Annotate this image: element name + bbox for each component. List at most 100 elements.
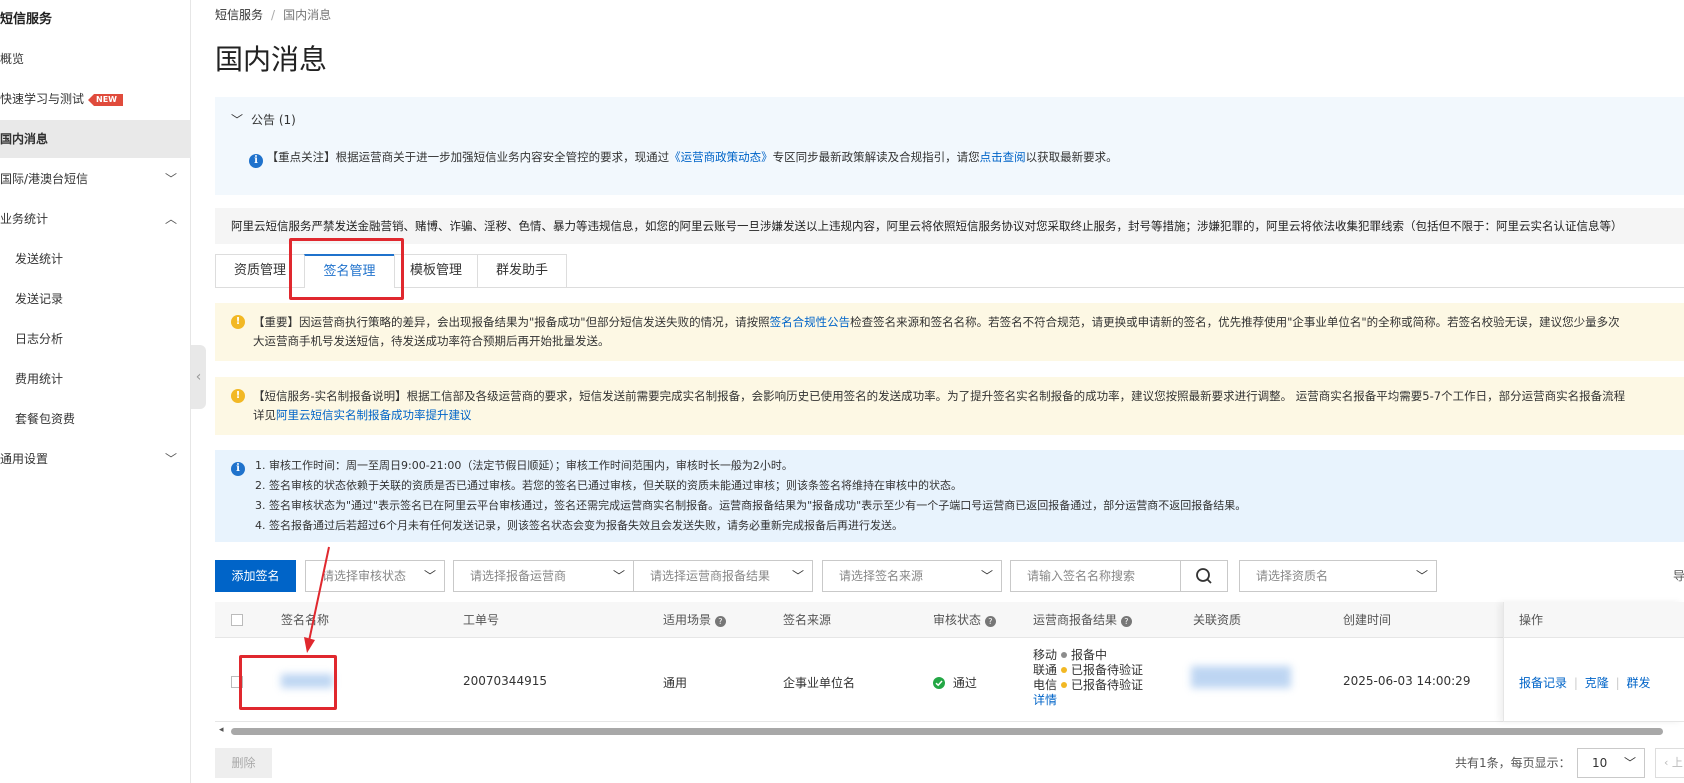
carrier-name: 电信 (1033, 678, 1058, 692)
warning-icon: ! (231, 315, 245, 329)
details-link[interactable]: 详情 (1033, 693, 1143, 708)
prev-page-button[interactable]: ‹ 上 (1655, 748, 1684, 778)
tab-template[interactable]: 模板管理 (394, 254, 478, 288)
horizontal-scrollbar[interactable]: ◂ (215, 725, 1684, 737)
carrier-result: 报备中 (1071, 648, 1108, 662)
list-item: 3. 签名审核状态为"通过"表示签名已在阿里云平台审核通过，签名还需完成运营商实… (255, 499, 1247, 512)
search-icon (1196, 568, 1212, 584)
review-info-list: i 1. 审核工作时间：周一至周日9:00-21:00（法定节假日顺延）；审核工… (215, 450, 1684, 542)
sidebar-item-send-stats[interactable]: 发送统计 (0, 240, 191, 278)
sidebar-item-domestic[interactable]: 国内消息 (0, 120, 191, 158)
signature-compliance-link[interactable]: 签名合规性公告 (770, 315, 851, 329)
important-notice-text: 【重要】因运营商执行策略的差异，会出现报备结果为"报备成功"但部分短信发送失败的… (253, 313, 1673, 351)
check-circle-icon (933, 677, 945, 689)
ticket-number: 20070344915 (463, 674, 547, 688)
page-title: 国内消息 (215, 43, 328, 76)
sidebar-collapse-handle[interactable]: ‹ (191, 345, 206, 409)
sidebar-item-label: 费用统计 (15, 372, 64, 386)
list-item: 1. 审核工作时间：周一至周日9:00-21:00（法定节假日顺延）；审核工作时… (255, 459, 793, 472)
help-icon[interactable]: ? (984, 616, 996, 627)
list-item: 4. 签名报备通过后若超过6个月未有任何发送记录，则该签名状态会变为报备失效且会… (255, 519, 903, 532)
chevron-down-icon: ﹀ (164, 452, 177, 466)
realname-notice-text: 【短信服务-实名制报备说明】根据工信部及各级运营商的要求，短信发送前需要完成实名… (253, 387, 1673, 425)
carrier-select[interactable]: 请选择报备运营商 ﹀ (453, 560, 634, 592)
realname-tips-link[interactable]: 阿里云短信实名制报备成功率提升建议 (276, 408, 472, 422)
announcement-header[interactable]: ﹀ 公告 (1) (231, 111, 296, 128)
sidebar-item-general-settings[interactable]: 通用设置 ﹀ (0, 440, 191, 478)
sidebar-item-log-analysis[interactable]: 日志分析 (0, 320, 191, 358)
compliance-warning: 阿里云短信服务严禁发送金融营销、赌博、诈骗、淫秽、色情、暴力等违规信息，如您的阿… (215, 208, 1684, 244)
sidebar-item-label: 国内消息 (0, 132, 49, 146)
notice-part: 大运营商手机号发送短信，待发送成功率符合预期后再开始批量发送。 (253, 334, 610, 348)
add-signature-button[interactable]: 添加签名 (215, 560, 296, 592)
highlight-box (289, 238, 404, 300)
column-header-label: 适用场景 (663, 613, 712, 627)
sidebar-item-label: 概览 (0, 52, 25, 66)
column-header-label: 审核状态 (933, 613, 982, 627)
sidebar-item-label: 业务统计 (0, 212, 49, 226)
sidebar-item-statistics[interactable]: 业务统计 ︿ (0, 200, 191, 238)
prev-page-label: 上 (1671, 756, 1683, 769)
chevron-left-icon: ‹ (1664, 756, 1672, 769)
column-header-label: 运营商报备结果 (1033, 613, 1118, 627)
list-item: 2. 签名审核的状态依赖于关联的资质是否已通过审核。若您的签名已通过审核，但关联… (255, 479, 962, 492)
carrier-result-select[interactable]: 请选择运营商报备结果 ﹀ (633, 560, 813, 592)
breadcrumb-separator: / (271, 8, 276, 22)
table-header: 签名名称 工单号 适用场景 ? 签名来源 审核状态 ? 运营商报备结果 ? 关联… (215, 602, 1684, 638)
info-icon: i (231, 462, 245, 476)
status-label: 通过 (952, 676, 977, 690)
policy-dynamics-link[interactable]: 《运营商政策动态》 (669, 150, 773, 164)
notice-part: 【重要】因运营商执行策略的差异，会出现报备结果为"报备成功"但部分短信发送失败的… (253, 315, 770, 329)
realname-notice: ! 【短信服务-实名制报备说明】根据工信部及各级运营商的要求，短信发送前需要完成… (215, 377, 1684, 435)
select-placeholder: 请选择报备运营商 (470, 569, 567, 583)
sidebar-item-label: 国际/港澳台短信 (0, 172, 89, 186)
click-to-view-link[interactable]: 点击查阅 (980, 150, 1026, 164)
tab-bulk-assistant[interactable]: 群发助手 (477, 254, 567, 288)
sidebar-item-cost-stats[interactable]: 费用统计 (0, 360, 191, 398)
chevron-down-icon: ﹀ (231, 113, 244, 127)
sidebar-item-international[interactable]: 国际/港澳台短信 ﹀ (0, 160, 191, 198)
select-placeholder: 请选择资质名 (1256, 569, 1329, 583)
status-dot (1061, 667, 1068, 673)
signature-source-select[interactable]: 请选择签名来源 ﹀ (822, 560, 1002, 592)
column-header: 审核状态 ? (933, 602, 996, 638)
select-placeholder: 请选择运营商报备结果 (650, 569, 771, 583)
sidebar-item-label: 日志分析 (15, 332, 64, 346)
sidebar-item-send-records[interactable]: 发送记录 (0, 280, 191, 318)
sidebar-item-quick-learn[interactable]: 快速学习与测试 NEW (0, 80, 191, 118)
sidebar-item-overview[interactable]: 概览 (0, 40, 191, 78)
scrollbar-thumb[interactable] (231, 728, 1663, 735)
help-icon[interactable]: ? (1120, 616, 1132, 627)
source-cell: 企事业单位名 (783, 676, 856, 690)
scene-cell: 通用 (663, 676, 688, 690)
sidebar-item-label: 通用设置 (0, 452, 49, 466)
chevron-down-icon: ﹀ (980, 569, 993, 583)
notice-part: 检查签名来源和签名名称。若签名不符合规范，请更换或申请新的签名，优先推荐使用"企… (850, 315, 1620, 329)
search-button[interactable] (1180, 560, 1228, 592)
signature-search-input[interactable]: 请输入签名名称搜索 (1010, 560, 1181, 592)
chevron-down-icon: ﹀ (791, 569, 804, 583)
info-icon: i (249, 154, 263, 168)
select-all-checkbox[interactable] (231, 614, 243, 626)
export-button[interactable]: 导 (1673, 560, 1684, 592)
chevron-down-icon: ﹀ (1415, 569, 1428, 583)
chevron-up-icon: ︿ (164, 212, 177, 226)
input-placeholder: 请输入签名名称搜索 (1027, 569, 1136, 583)
qualification-select[interactable]: 请选择资质名 ﹀ (1239, 560, 1437, 592)
column-header: 运营商报备结果 ? (1033, 602, 1132, 638)
carrier-name: 联通 (1033, 663, 1058, 677)
column-header: 签名来源 (783, 613, 832, 627)
help-icon[interactable]: ? (714, 616, 726, 627)
sidebar-item-label: 发送统计 (15, 252, 64, 266)
chevron-down-icon: ﹀ (164, 172, 177, 186)
page-size-select[interactable]: 10 ﹀ (1577, 748, 1645, 778)
pagination-summary: 共有1条，每页显示： (1455, 756, 1571, 770)
breadcrumb-root[interactable]: 短信服务 (215, 8, 263, 22)
status-dot (1061, 682, 1068, 688)
announcement-header-label: 公告 (1) (251, 113, 296, 127)
column-header: 工单号 (463, 613, 500, 627)
chevron-down-icon: ﹀ (612, 569, 625, 583)
scroll-left-icon[interactable]: ◂ (219, 725, 224, 735)
delete-button[interactable]: 删除 (215, 748, 272, 778)
sidebar-item-packages[interactable]: 套餐包资费 (0, 400, 191, 438)
